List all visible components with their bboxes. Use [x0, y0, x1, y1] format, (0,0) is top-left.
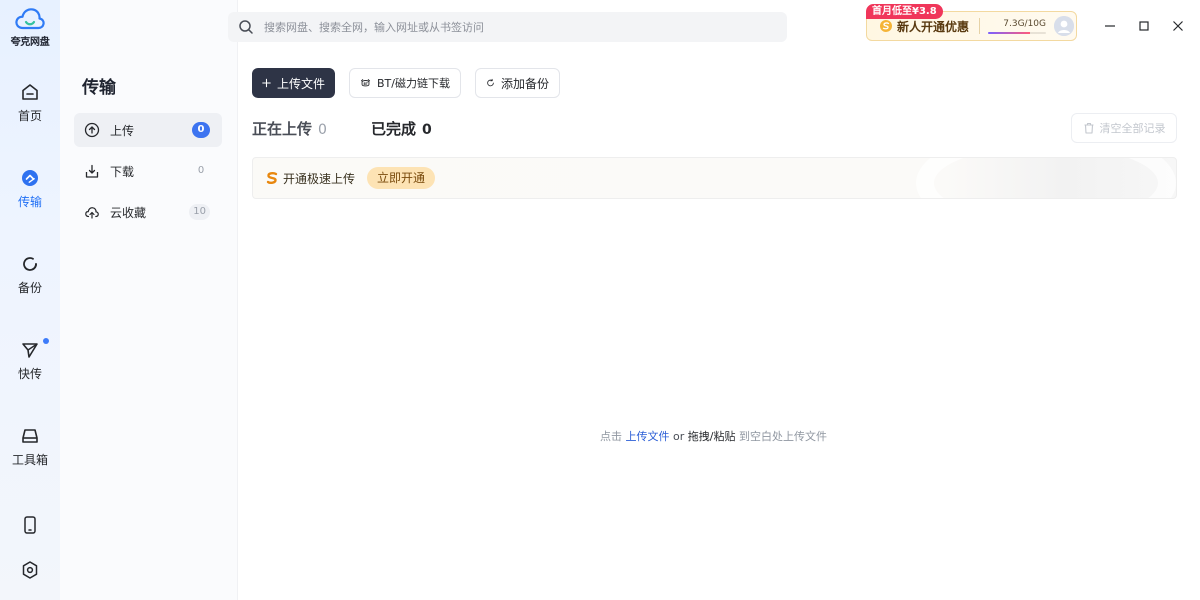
add-backup-label: 添加备份 — [500, 76, 549, 91]
bt-magnet-label: BT/磁力链下载 — [377, 77, 450, 90]
send-plane-icon — [22, 343, 38, 358]
rail-item-backup[interactable]: 备份 — [0, 254, 60, 296]
storage-progress-bar — [988, 31, 1047, 34]
rail-item-toolbox[interactable]: 工具箱 — [0, 426, 60, 468]
settings-hexagon-icon — [22, 561, 38, 579]
cloud-collect-count-badge: 10 — [189, 204, 210, 220]
close-button[interactable] — [1168, 16, 1188, 36]
subnav-label-download: 下载 — [110, 164, 135, 179]
rail-label-transfer: 传输 — [17, 195, 42, 209]
promo-price-tag: 首月低至¥3.8 — [866, 4, 943, 19]
backup-sync-icon — [23, 257, 37, 271]
notification-dot — [43, 338, 49, 344]
vip-promo-banner[interactable]: 首月低至¥3.8 新人开通优惠 7.3G/10G — [866, 4, 1077, 41]
empty-hint-or: or — [673, 430, 685, 443]
rail-item-quick-transfer[interactable]: 快传 — [0, 338, 60, 382]
activate-now-button[interactable]: 立即开通 — [367, 167, 436, 189]
tab-uploading-label: 正在上传 — [252, 120, 313, 138]
rail-label-toolbox: 工具箱 — [11, 453, 48, 467]
subnav-label-upload: 上传 — [110, 123, 135, 138]
close-icon — [1173, 21, 1183, 31]
cloud-upload-icon — [85, 207, 99, 219]
subnav-item-download[interactable]: 下载 0 — [74, 154, 222, 188]
empty-upload-link[interactable]: 上传文件 — [626, 430, 670, 443]
transfer-icon — [22, 170, 38, 186]
promo-text: 新人开通优惠 — [897, 19, 970, 34]
transfer-status-tabs: 正在上传 0 已完成 0 — [252, 118, 432, 139]
home-icon — [22, 84, 38, 100]
search-icon — [239, 20, 253, 34]
minimize-button[interactable] — [1100, 16, 1120, 36]
add-backup-button[interactable]: 添加备份 — [475, 68, 560, 98]
minimize-icon — [1105, 25, 1115, 27]
vip-coin-icon — [880, 20, 892, 32]
mobile-device-button[interactable] — [18, 513, 42, 537]
promo-divider — [979, 18, 981, 34]
refresh-sync-icon — [487, 78, 494, 87]
speed-upload-banner: 开通极速上传 立即开通 — [252, 157, 1177, 199]
trash-icon — [1084, 122, 1093, 134]
upload-circle-icon — [84, 122, 100, 138]
app-logo[interactable]: 夸克网盘 — [8, 6, 52, 48]
empty-hint-prefix: 点击 — [600, 430, 622, 443]
upload-count-badge: 0 — [192, 122, 210, 138]
empty-state-hint: 点击 上传文件 or 拖拽/粘贴 到空白处上传文件 — [600, 428, 827, 444]
left-rail: 夸克网盘 首页 传输 备份 快传 工具箱 — [0, 0, 60, 600]
subnav-item-upload[interactable]: 上传 0 — [74, 113, 222, 147]
search-input[interactable] — [264, 20, 744, 34]
transfer-subnav: 传输 上传 0 下载 0 云收藏 10 — [60, 0, 238, 600]
speed-logo-icon — [266, 171, 278, 185]
plus-icon — [262, 78, 271, 88]
tab-uploading[interactable]: 正在上传 0 — [252, 118, 327, 139]
maximize-icon — [1139, 21, 1149, 31]
rail-item-transfer[interactable]: 传输 — [0, 168, 60, 210]
user-avatar-icon — [1054, 16, 1075, 36]
rail-label-home: 首页 — [17, 109, 42, 123]
search-bar[interactable] — [228, 12, 787, 42]
rail-label-quick-transfer: 快传 — [17, 367, 42, 381]
bt-magnet-download-button[interactable]: BT BT/磁力链下载 — [349, 68, 461, 98]
bt-magnet-icon: BT — [360, 79, 371, 87]
banner-decoration — [916, 158, 1176, 198]
storage-usage: 7.3G/10G — [988, 18, 1047, 34]
storage-progress-fill — [988, 31, 1031, 34]
subnav-label-cloud-collect: 云收藏 — [110, 205, 147, 220]
clear-all-records-button[interactable]: 清空全部记录 — [1071, 113, 1177, 143]
empty-hint-suffix: 到空白处上传文件 — [738, 430, 827, 443]
storage-usage-text: 7.3G/10G — [1003, 18, 1047, 29]
toolbox-icon — [22, 429, 38, 443]
cloud-logo-icon — [15, 8, 45, 30]
rail-label-backup: 备份 — [17, 281, 42, 295]
download-count-badge: 0 — [197, 165, 205, 176]
tab-completed-label: 已完成 — [370, 120, 416, 138]
clear-all-records-label: 清空全部记录 — [1099, 122, 1166, 135]
tab-completed[interactable]: 已完成 0 — [371, 118, 432, 139]
tab-completed-count: 0 — [421, 122, 432, 138]
upload-file-label: 上传文件 — [276, 76, 325, 91]
upload-file-button[interactable]: 上传文件 — [252, 68, 335, 98]
settings-button[interactable] — [18, 558, 42, 582]
app-name: 夸克网盘 — [10, 37, 50, 48]
tab-uploading-count: 0 — [318, 122, 327, 138]
rail-item-home[interactable]: 首页 — [0, 82, 60, 124]
empty-hint-drag: 拖拽/粘贴 — [687, 430, 736, 443]
subnav-item-cloud-collect[interactable]: 云收藏 10 — [74, 195, 222, 229]
mobile-phone-icon — [24, 516, 36, 534]
subnav-title: 传输 — [82, 78, 116, 98]
download-tray-icon — [85, 164, 99, 178]
speed-upload-text: 开通极速上传 — [283, 171, 356, 186]
avatar[interactable] — [1054, 16, 1075, 36]
maximize-button[interactable] — [1134, 16, 1154, 36]
